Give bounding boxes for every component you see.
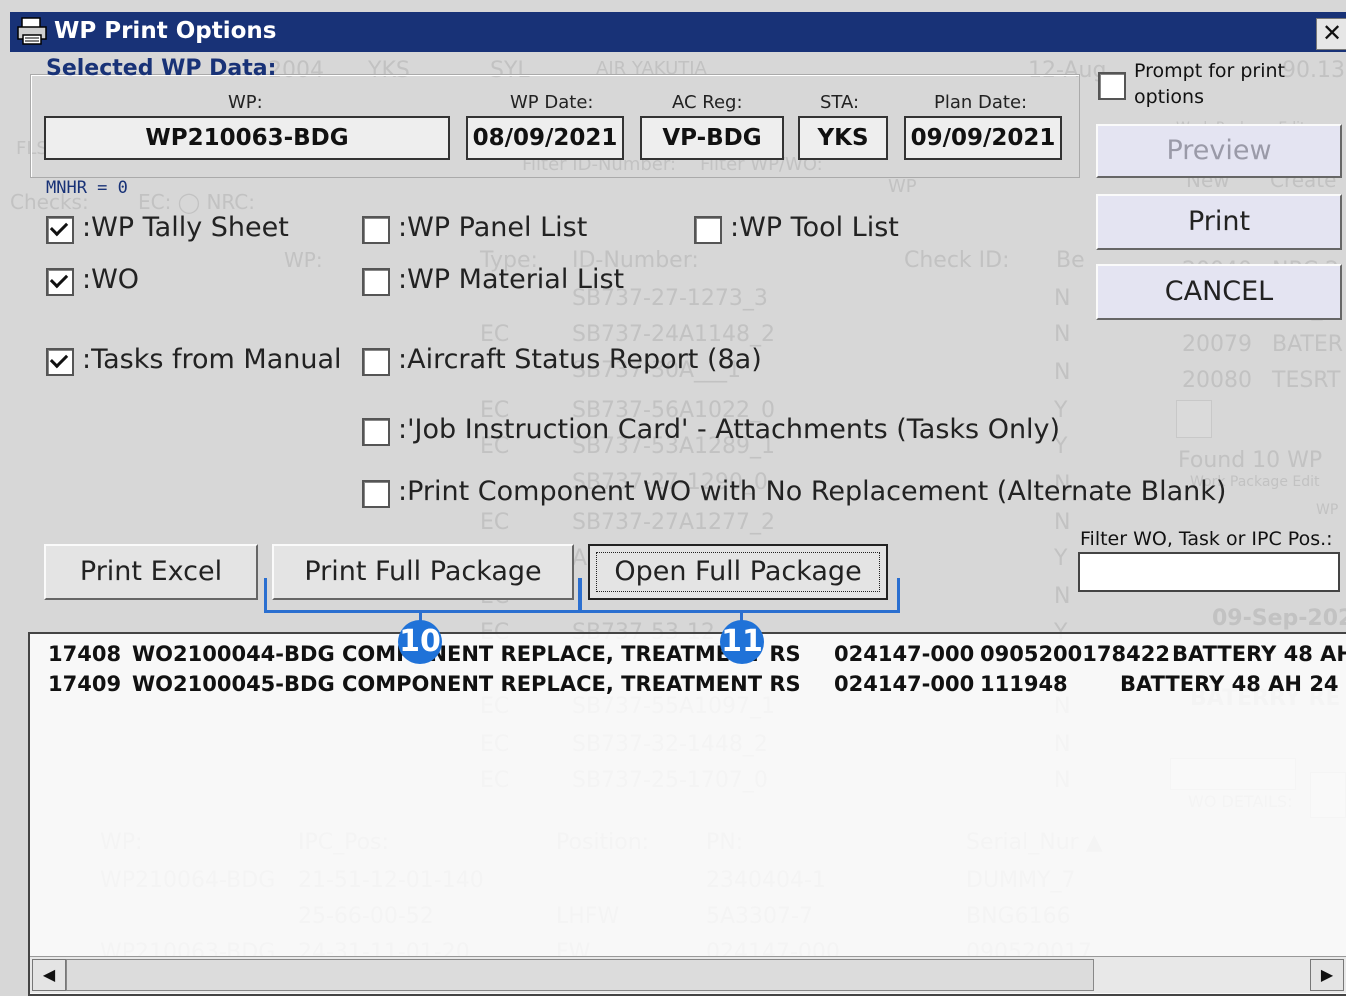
print-label: Print — [1187, 206, 1251, 237]
work-order-list[interactable]: 17408 WO2100044-BDG COMPONENT REPLACE, T… — [28, 632, 1346, 996]
title-bar: WP Print Options — [10, 12, 1346, 52]
wp-label: WP: — [228, 92, 263, 113]
print-button[interactable]: Print — [1096, 194, 1342, 250]
scroll-thumb[interactable] — [66, 959, 1094, 991]
ac-status-label: :Aircraft Status Report (8a) — [398, 344, 762, 375]
print-component-label: :Print Component WO with No Replacement … — [398, 476, 1227, 507]
list-item[interactable]: 17408 WO2100044-BDG COMPONENT REPLACE, T… — [30, 642, 1346, 668]
tasks-manual-checkbox[interactable] — [46, 348, 74, 376]
row-name: BATTERY 48 AH — [1172, 642, 1346, 666]
row-pn: 024147-000 — [834, 672, 975, 696]
wp-field: WP210063-BDG — [44, 116, 450, 160]
window-title: WP Print Options — [54, 18, 277, 44]
prompt-print-checkbox[interactable] — [1098, 72, 1126, 100]
job-instruction-checkbox[interactable] — [362, 418, 390, 446]
row-pn: 024147-000 — [834, 642, 975, 666]
row-name: BATTERY 48 AH 24 — [1120, 672, 1339, 696]
selected-wp-heading: Selected WP Data: — [46, 56, 277, 81]
plan-date-label: Plan Date: — [934, 92, 1028, 113]
filter-label: Filter WO, Task or IPC Pos.: — [1080, 528, 1333, 550]
print-excel-button[interactable]: Print Excel — [44, 544, 258, 600]
tasks-manual-label: :Tasks from Manual — [82, 344, 342, 375]
row-id: 17408 — [48, 642, 122, 666]
prompt-print-label-1: Prompt for print — [1134, 60, 1286, 82]
annotation-badge-10: 10 — [398, 620, 442, 664]
wo-label: :WO — [82, 264, 140, 295]
cancel-label: CANCEL — [1164, 276, 1274, 307]
ac-status-checkbox[interactable] — [362, 348, 390, 376]
row-serial: 111948 — [980, 672, 1068, 696]
list-item[interactable]: 17409 WO2100045-BDG COMPONENT REPLACE, T… — [30, 672, 1346, 698]
wo-checkbox[interactable] — [46, 268, 74, 296]
row-wo: WO2100044-BDG — [132, 642, 335, 666]
filter-input[interactable] — [1078, 552, 1340, 592]
job-instruction-label: :'Job Instruction Card' - Attachments (T… — [398, 414, 1061, 445]
wp-panel-checkbox[interactable] — [362, 216, 390, 244]
wp-tally-checkbox[interactable] — [46, 216, 74, 244]
horizontal-scrollbar[interactable]: ◀ ▶ — [30, 956, 1346, 993]
wp-tool-checkbox[interactable] — [694, 216, 722, 244]
wp-date-label: WP Date: — [510, 92, 594, 113]
row-serial: 0905200178422 — [980, 642, 1170, 666]
annotation-badge-11: 11 — [720, 620, 764, 664]
wp-panel-label: :WP Panel List — [398, 212, 588, 243]
printer-icon — [17, 17, 47, 45]
row-id: 17409 — [48, 672, 122, 696]
row-desc: COMPONENT REPLACE, TREATMENT RS — [342, 672, 801, 696]
row-wo: WO2100045-BDG — [132, 672, 335, 696]
chevron-left-icon: ◀ — [42, 965, 56, 984]
mnhr-label: MNHR = 0 — [46, 178, 128, 198]
preview-button[interactable]: Preview — [1096, 124, 1342, 178]
ac-reg-label: AC Reg: — [672, 92, 743, 113]
wp-tally-label: :WP Tally Sheet — [82, 212, 289, 243]
close-button[interactable]: ✕ — [1316, 18, 1346, 50]
wp-material-label: :WP Material List — [398, 264, 625, 295]
chevron-right-icon: ▶ — [1320, 965, 1334, 984]
scroll-left-button[interactable]: ◀ — [32, 959, 66, 991]
plan-date-field: 09/09/2021 — [904, 116, 1062, 160]
print-component-checkbox[interactable] — [362, 480, 390, 508]
sta-field: YKS — [798, 116, 888, 160]
wp-date-field: 08/09/2021 — [466, 116, 624, 160]
ac-reg-field: VP-BDG — [640, 116, 784, 160]
cancel-button[interactable]: CANCEL — [1096, 264, 1342, 320]
scroll-right-button[interactable]: ▶ — [1310, 959, 1344, 991]
prompt-print-label-2: options — [1134, 86, 1204, 108]
wp-tool-label: :WP Tool List — [730, 212, 899, 243]
annotation-bracket-10 — [264, 578, 582, 613]
annotation-bracket-11 — [578, 578, 900, 613]
print-excel-label: Print Excel — [79, 556, 223, 587]
preview-label: Preview — [1166, 135, 1272, 166]
sta-label: STA: — [820, 92, 860, 113]
wp-material-checkbox[interactable] — [362, 268, 390, 296]
